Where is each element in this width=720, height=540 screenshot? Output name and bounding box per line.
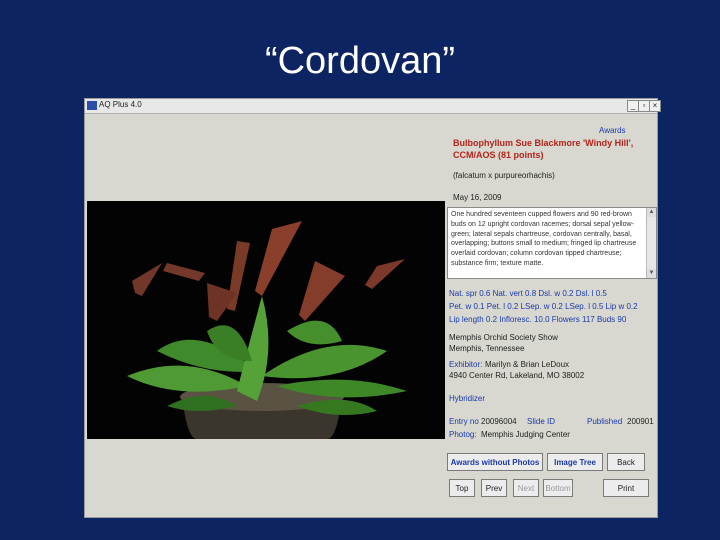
- exhibitor-label[interactable]: Exhibitor:: [449, 360, 482, 369]
- awards-link[interactable]: Awards: [599, 126, 626, 135]
- measurements-line-2: Pet. w 0.1 Pet. l 0.2 LSep. w 0.2 LSep. …: [449, 302, 638, 311]
- parentage: (falcatum x purpureorhachis): [453, 171, 555, 180]
- orchid-photo-image: [87, 201, 445, 439]
- hybridizer-link[interactable]: Hybridizer: [449, 394, 485, 403]
- prev-button[interactable]: Prev: [481, 479, 507, 497]
- show-name: Memphis Orchid Society Show: [449, 333, 558, 342]
- published-value: 200901: [627, 417, 654, 426]
- award-date: May 16, 2009: [453, 193, 502, 202]
- next-button[interactable]: Next: [513, 479, 539, 497]
- back-button[interactable]: Back: [607, 453, 645, 471]
- description-box[interactable]: One hundred seventeen cupped flowers and…: [447, 207, 657, 279]
- measurements-line-1: Nat. spr 0.6 Nat. vert 0.8 Dsl. w 0.2 Ds…: [449, 289, 607, 298]
- photographer-name: Memphis Judging Center: [481, 430, 570, 439]
- close-button[interactable]: ×: [649, 100, 661, 112]
- exhibitor-name: Marilyn & Brian LeDoux: [485, 360, 570, 369]
- app-window: AQ Plus 4.0 _ ▫ × Awards Bulbophyllum Su…: [84, 98, 661, 518]
- slide-title: “Cordovan”: [264, 40, 456, 82]
- plant-name: Bulbophyllum Sue Blackmore 'Windy Hill',: [453, 138, 634, 148]
- scroll-up-arrow-icon[interactable]: ▲: [647, 208, 656, 217]
- description-scrollbar[interactable]: ▲ ▼: [646, 208, 656, 278]
- slide-id-link[interactable]: Slide ID: [527, 417, 555, 426]
- entry-number: 20096004: [481, 417, 517, 426]
- orchid-photo: [87, 201, 445, 439]
- app-icon: [87, 101, 97, 110]
- exhibitor-address: 4940 Center Rd, Lakeland, MO 38002: [449, 371, 585, 380]
- scroll-down-arrow-icon[interactable]: ▼: [647, 269, 656, 278]
- published-label: Published: [587, 417, 623, 426]
- top-button[interactable]: Top: [449, 479, 475, 497]
- show-location: Memphis, Tennessee: [449, 344, 525, 353]
- awards-without-photos-button[interactable]: Awards without Photos: [447, 453, 543, 471]
- window-titlebar[interactable]: AQ Plus 4.0 _ ▫ ×: [85, 99, 661, 114]
- entry-label: Entry no: [449, 417, 479, 426]
- description-text: One hundred seventeen cupped flowers and…: [451, 211, 637, 267]
- window-title: AQ Plus 4.0: [99, 100, 142, 109]
- print-button[interactable]: Print: [603, 479, 649, 497]
- measurements-line-3: Lip length 0.2 Infloresc. 10.0 Flowers 1…: [449, 315, 627, 324]
- image-tree-button[interactable]: Image Tree: [547, 453, 603, 471]
- photographer-label: Photog:: [449, 430, 477, 439]
- bottom-button[interactable]: Bottom: [543, 479, 573, 497]
- award-score: CCM/AOS (81 points): [453, 150, 544, 160]
- details-panel: Awards Bulbophyllum Sue Blackmore 'Windy…: [447, 115, 659, 517]
